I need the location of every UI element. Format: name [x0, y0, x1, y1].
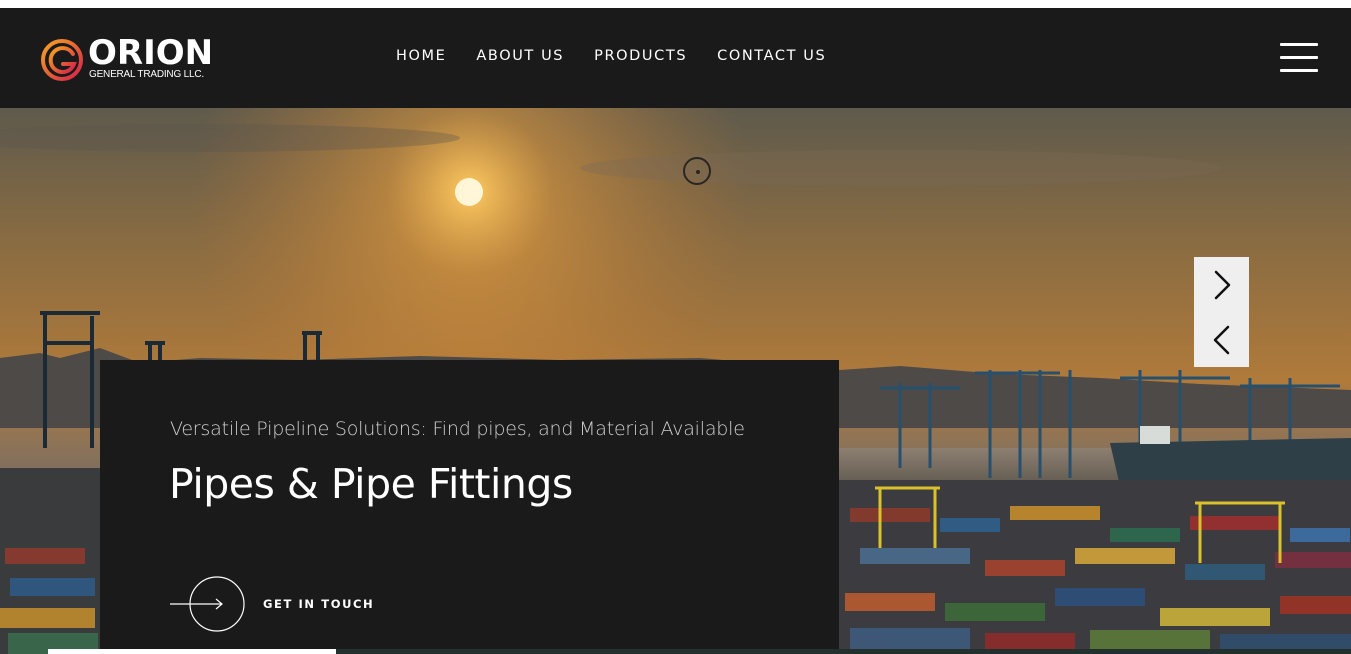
slider-controls: [1194, 257, 1249, 367]
orion-g-ring-logo-icon: [41, 39, 83, 81]
hamburger-icon[interactable]: [1280, 43, 1318, 73]
nav-products[interactable]: PRODUCTS: [594, 48, 687, 68]
nav-about-us[interactable]: ABOUT US: [476, 48, 564, 68]
brand-tagline: GENERAL TRADING LLC.: [89, 69, 204, 80]
nav-contact-us[interactable]: CONTACT US: [717, 48, 826, 68]
bottom-strip-light: [48, 649, 336, 654]
get-in-touch-label: GET IN TOUCH: [263, 597, 375, 611]
cursor-indicator: [683, 157, 711, 185]
hero-subtitle: Versatile Pipeline Solutions: Find pipes…: [170, 418, 745, 440]
get-in-touch-button[interactable]: GET IN TOUCH: [170, 576, 374, 632]
chevron-left-icon: [1213, 325, 1229, 354]
logo[interactable]: ORION GENERAL TRADING LLC.: [40, 33, 230, 83]
nav-home[interactable]: HOME: [396, 48, 446, 68]
top-strip: [0, 0, 1351, 8]
slider-next-button[interactable]: [1194, 257, 1249, 312]
slider-prev-button[interactable]: [1194, 312, 1249, 367]
hero-title: Pipes & Pipe Fittings: [169, 460, 573, 508]
hero-slider: Versatile Pipeline Solutions: Find pipes…: [0, 108, 1351, 654]
bottom-strip-dark: [336, 649, 1351, 654]
arrow-right-icon: [170, 576, 245, 632]
brand-name: ORION: [88, 33, 214, 73]
chevron-right-icon: [1214, 270, 1230, 299]
site-header: ORION GENERAL TRADING LLC. HOME ABOUT US…: [0, 8, 1351, 108]
hero-caption-panel: Versatile Pipeline Solutions: Find pipes…: [100, 360, 839, 654]
main-nav: HOME ABOUT US PRODUCTS CONTACT US: [396, 48, 826, 68]
